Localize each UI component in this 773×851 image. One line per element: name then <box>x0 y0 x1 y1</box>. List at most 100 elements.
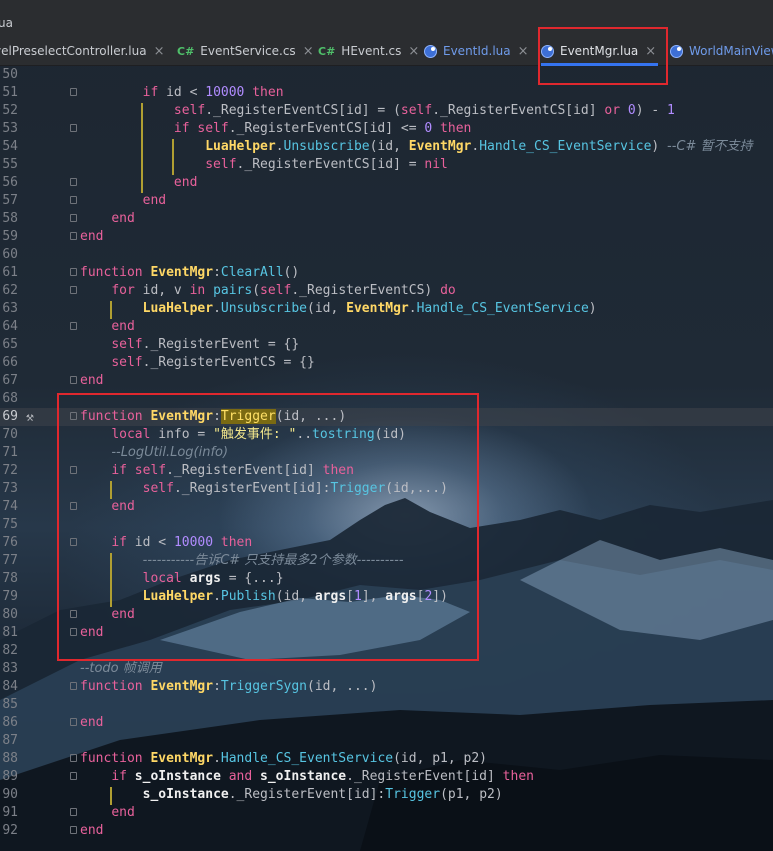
code-line[interactable]: 78 local args = {...} <box>0 570 773 588</box>
hammer-icon[interactable]: ⚒ <box>26 409 34 427</box>
fold-marker-icon[interactable] <box>70 718 77 726</box>
code-text: if id < 10000 then <box>142 85 284 100</box>
code-line[interactable]: 85 <box>0 696 773 714</box>
code-line[interactable]: 74 end <box>0 498 773 516</box>
line-number: 60 <box>2 247 18 262</box>
code-line[interactable]: 64 end <box>0 318 773 336</box>
fold-marker-icon[interactable] <box>70 826 77 834</box>
code-line[interactable]: 87 <box>0 732 773 750</box>
code-text: local info = "触发事件: "..tostring(id) <box>111 427 406 442</box>
close-icon[interactable]: × <box>303 44 314 59</box>
code-text: --LogUtil.Log(info) <box>111 445 229 460</box>
code-line[interactable]: 60 <box>0 246 773 264</box>
code-text: function EventMgr:Trigger(id, ...) <box>80 409 347 424</box>
code-text: end <box>111 805 135 820</box>
fold-marker-icon[interactable] <box>70 196 77 204</box>
code-line[interactable]: 79 LuaHelper.Publish(id, args[1], args[2… <box>0 588 773 606</box>
indent-guide <box>141 103 143 193</box>
code-text: for id, v in pairs(self._RegisterEventCS… <box>111 283 456 298</box>
fold-marker-icon[interactable] <box>70 610 77 618</box>
code-line[interactable]: 90 s_oInstance._RegisterEvent[id]:Trigge… <box>0 786 773 804</box>
code-line[interactable]: 66 self._RegisterEventCS = {} <box>0 354 773 372</box>
fold-marker-icon[interactable] <box>70 124 77 132</box>
tab-worldmainview[interactable]: WorldMainView <box>670 37 773 65</box>
code-line[interactable]: 51 if id < 10000 then <box>0 84 773 102</box>
code-line[interactable]: 82 <box>0 642 773 660</box>
code-line[interactable]: 71 --LogUtil.Log(info) <box>0 444 773 462</box>
code-line[interactable]: 88 function EventMgr.Handle_CS_EventServi… <box>0 750 773 768</box>
code-text: end <box>111 499 135 514</box>
fold-marker-icon[interactable] <box>70 538 77 546</box>
line-number: 81 <box>2 625 18 640</box>
code-line[interactable]: 70 local info = "触发事件: "..tostring(id) <box>0 426 773 444</box>
fold-marker-icon[interactable] <box>70 268 77 276</box>
code-line[interactable]: 83 --todo 帧调用 <box>0 660 773 678</box>
csharp-file-icon: C# <box>177 45 195 58</box>
fold-marker-icon[interactable] <box>70 232 77 240</box>
code-line[interactable]: 75 <box>0 516 773 534</box>
code-text: end <box>142 193 167 208</box>
code-line[interactable]: 54 LuaHelper.Unsubscribe(id, EventMgr.Ha… <box>0 138 773 156</box>
code-line[interactable]: 65 self._RegisterEvent = {} <box>0 336 773 354</box>
code-line[interactable]: 76 if id < 10000 then <box>0 534 773 552</box>
line-number: 86 <box>2 715 18 730</box>
fold-marker-icon[interactable] <box>70 178 77 186</box>
code-line[interactable]: 61 function EventMgr:ClearAll() <box>0 264 773 282</box>
fold-marker-icon[interactable] <box>70 682 77 690</box>
fold-marker-icon[interactable] <box>70 412 77 420</box>
code-line[interactable]: 92 end <box>0 822 773 840</box>
line-number: 63 <box>2 301 18 316</box>
line-number: 84 <box>2 679 18 694</box>
line-number: 92 <box>2 823 18 838</box>
close-icon[interactable]: × <box>645 44 656 59</box>
code-line[interactable]: 84 function EventMgr:TriggerSygn(id, ...) <box>0 678 773 696</box>
fold-marker-icon[interactable] <box>70 808 77 816</box>
close-icon[interactable]: × <box>154 44 165 59</box>
fold-marker-icon[interactable] <box>70 502 77 510</box>
code-text: if id < 10000 then <box>111 535 253 550</box>
code-line[interactable]: 59 end <box>0 228 773 246</box>
code-line[interactable]: 53 if self._RegisterEventCS[id] <= 0 the… <box>0 120 773 138</box>
code-line[interactable]: 57 end <box>0 192 773 210</box>
code-text: end <box>80 373 104 388</box>
code-editor[interactable]: 50 51 if id < 10000 then 52 self._Registe… <box>0 66 773 851</box>
tab-hevent-cs[interactable]: C# HEvent.cs × <box>318 37 419 65</box>
tab-eventid-lua[interactable]: EventId.lua × <box>424 37 529 65</box>
code-line[interactable]: 50 <box>0 66 773 84</box>
tab-velpreselectcontroller[interactable]: velPreselectController.lua × <box>0 37 165 65</box>
code-text: end <box>80 823 104 838</box>
fold-marker-icon[interactable] <box>70 286 77 294</box>
fold-marker-icon[interactable] <box>70 376 77 384</box>
fold-marker-icon[interactable] <box>70 628 77 636</box>
code-line[interactable]: 67 end <box>0 372 773 390</box>
code-line[interactable]: 63 LuaHelper.Unsubscribe(id, EventMgr.Ha… <box>0 300 773 318</box>
fold-marker-icon[interactable] <box>70 322 77 330</box>
code-line[interactable]: 56 end <box>0 174 773 192</box>
code-line[interactable]: 89 if s_oInstance and s_oInstance._Regis… <box>0 768 773 786</box>
code-line[interactable]: 86 end <box>0 714 773 732</box>
line-number: 54 <box>2 139 18 154</box>
code-line[interactable]: 52 self._RegisterEventCS[id] = (self._Re… <box>0 102 773 120</box>
code-text: self._RegisterEventCS[id] = nil <box>205 157 448 172</box>
close-icon[interactable]: × <box>518 44 529 59</box>
code-line[interactable]: 73 self._RegisterEvent[id]:Trigger(id,..… <box>0 480 773 498</box>
code-line[interactable]: 58 end <box>0 210 773 228</box>
code-line[interactable]: 77 -----------告诉C# 只支持最多2个参数---------- <box>0 552 773 570</box>
code-line[interactable]: 68 <box>0 390 773 408</box>
code-line[interactable]: 80 end <box>0 606 773 624</box>
code-text: end <box>111 319 135 334</box>
fold-marker-icon[interactable] <box>70 88 77 96</box>
code-line[interactable]: 55 self._RegisterEventCS[id] = nil <box>0 156 773 174</box>
tab-eventmgr-lua[interactable]: EventMgr.lua × <box>541 37 659 66</box>
code-line[interactable]: 81 end <box>0 624 773 642</box>
code-line[interactable]: 62 for id, v in pairs(self._RegisterEven… <box>0 282 773 300</box>
code-line[interactable]: 91 end <box>0 804 773 822</box>
code-line[interactable]: 69 ⚒ function EventMgr:Trigger(id, ...) <box>0 408 773 426</box>
code-line[interactable]: 72 if self._RegisterEvent[id] then <box>0 462 773 480</box>
fold-marker-icon[interactable] <box>70 772 77 780</box>
fold-marker-icon[interactable] <box>70 214 77 222</box>
fold-marker-icon[interactable] <box>70 466 77 474</box>
tab-eventservice-cs[interactable]: C# EventService.cs × <box>177 37 314 65</box>
fold-marker-icon[interactable] <box>70 754 77 762</box>
close-icon[interactable]: × <box>408 44 419 59</box>
